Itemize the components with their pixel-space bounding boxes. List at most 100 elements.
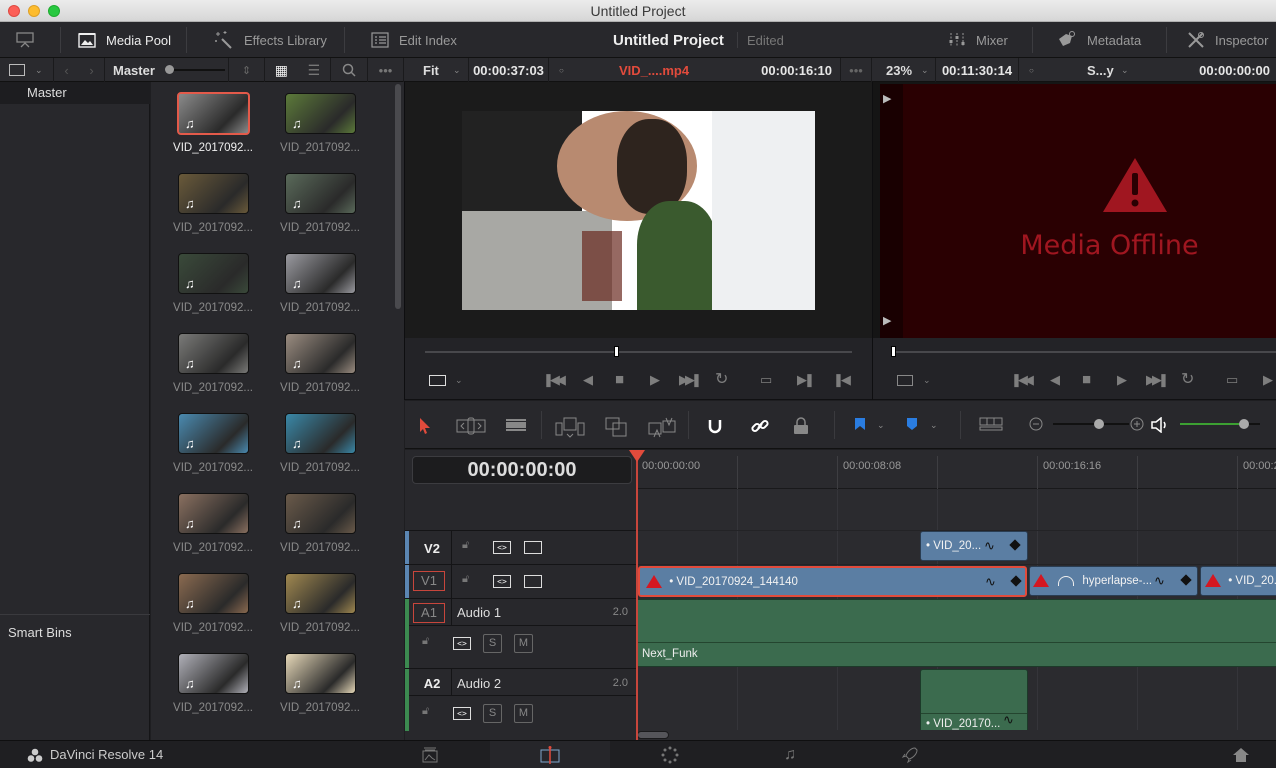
jump-to-start-icon[interactable]: ❚◀◀ [543,372,566,388]
forward-arrow-icon[interactable]: › [89,63,93,78]
solo-button[interactable]: S [483,704,502,723]
stop-icon[interactable]: ■ [615,372,624,388]
smart-bins-header[interactable]: Smart Bins [0,614,150,640]
play-icon[interactable]: ▶ [1117,372,1127,388]
timeline-zoom-dropdown[interactable]: 23% ⌄ [873,58,936,82]
slider-handle[interactable] [165,65,174,74]
zoom-out-icon[interactable] [1029,417,1043,431]
pool-options-button[interactable]: ••• [368,58,404,82]
step-back-icon[interactable]: ◀ [583,372,593,388]
keyframe-icon[interactable] [1180,574,1192,586]
track-enable-icon[interactable] [524,541,542,554]
curve-icon[interactable]: ∿ [984,532,995,560]
home-button[interactable] [1226,741,1256,768]
fairlight-page-tab[interactable]: ♫ [770,741,810,768]
media-pool-clip[interactable]: ♫ VID_2017092... [151,642,261,722]
media-pool-clip[interactable]: ♫ VID_2017092... [258,242,368,322]
step-back-icon[interactable]: ◀ [1050,372,1060,388]
timeline-clip-v2[interactable]: • VID_20... ∿ [920,531,1028,561]
match-frame-icon[interactable]: ▭ [760,372,772,388]
source-options-button[interactable]: ••• [841,58,872,82]
playhead-handle[interactable] [629,450,645,462]
chevron-down-icon[interactable]: ⌄ [877,417,885,433]
overwrite-clip-icon[interactable] [605,417,627,437]
linked-selection-icon[interactable] [751,417,769,435]
go-to-end-icon[interactable]: ▶ [883,314,894,327]
timeline-view-options-icon[interactable] [979,417,1003,431]
position-lock-icon[interactable] [793,417,809,435]
track-enable-icon[interactable] [524,575,542,588]
media-pool-clip[interactable]: ♫ VID_2017092... [151,82,261,162]
source-clip-view-button[interactable] [429,375,446,386]
curve-icon[interactable]: ∿ [1003,712,1014,728]
snapping-magnet-icon[interactable] [707,417,723,435]
toggle-ui-button[interactable] [15,22,35,58]
timeline-tracks-area[interactable]: 00:00:00:00 00:00:08:08 00:00:16:16 00:0… [637,450,1276,740]
source-scrub-bar[interactable] [425,351,852,353]
mark-in-icon[interactable]: ▶❚ [797,372,815,388]
track-id[interactable]: A2 [409,676,455,691]
media-pool-clip[interactable]: ♫ VID_2017092... [258,82,368,162]
metadata-tab[interactable]: Metadata [1057,22,1141,58]
jump-to-start-icon[interactable]: ❚◀◀ [1011,372,1034,388]
insert-clip-icon[interactable] [555,417,585,439]
track-id[interactable]: A1 [413,603,445,623]
mute-button[interactable]: M [514,704,533,723]
media-pool-tab[interactable]: Media Pool [78,22,171,58]
curve-icon[interactable]: ∿ [985,568,996,595]
zoom-in-icon[interactable] [1130,417,1144,431]
media-pool-scrollbar[interactable] [395,84,401,309]
timeline-zoom-slider[interactable] [1053,419,1129,429]
match-frame-icon[interactable]: ▭ [1226,372,1238,388]
back-arrow-icon[interactable]: ‹ [64,63,68,78]
timeline-clip-a1[interactable]: Next_Funk [637,599,1276,667]
media-pool-clip[interactable]: ♫ VID_2017092... [151,242,261,322]
media-pool-clip[interactable]: ♫ VID_2017092... [151,322,261,402]
bin-list-toggle[interactable]: ⌄ [0,58,54,82]
keyframe-icon[interactable] [1010,575,1022,587]
mark-out-icon[interactable]: ❚◀ [833,372,851,388]
zoom-slider-handle[interactable] [1093,419,1104,429]
media-pool-clip[interactable]: ♫ VID_2017092... [151,482,261,562]
jump-to-end-icon[interactable]: ▶▶❚ [679,372,702,388]
track-id[interactable]: V1 [413,571,445,591]
inspector-tab[interactable]: Inspector [1187,22,1268,58]
go-to-end-icon[interactable]: ▶ [883,92,894,105]
timeline-clip-v1-selected[interactable]: • VID_20170924_144140 ∿ [638,566,1027,597]
chevron-down-icon[interactable]: ⌄ [923,372,931,388]
media-pool-clip[interactable]: ♫ VID_2017092... [258,402,368,482]
blade-tool-icon[interactable] [505,417,527,433]
curve-icon[interactable]: ∿ [1154,567,1165,595]
media-pool-clip[interactable]: ♫ VID_2017092... [258,322,368,402]
lock-icon[interactable]: 🔓︎ [422,635,429,648]
timeline-ruler[interactable]: 00:00:00:00 00:00:08:08 00:00:16:16 00:0… [637,450,1276,489]
loop-icon[interactable]: ↻ [715,372,728,388]
mark-in-icon[interactable]: ▶ [1263,372,1273,388]
media-pool-clip[interactable]: ♫ VID_2017092... [258,642,368,722]
selection-tool-icon[interactable] [418,417,432,435]
media-pool-clip[interactable]: ♫ VID_2017092... [151,402,261,482]
mixer-tab[interactable]: Mixer [948,22,1008,58]
timeline-scrub-bar[interactable] [893,351,1276,353]
timeline-playhead[interactable] [636,452,638,740]
media-pool-clip[interactable]: ♫ VID_2017092... [151,562,261,642]
effects-library-tab[interactable]: Effects Library [214,22,327,58]
volume-slider[interactable] [1180,419,1260,429]
safe-area-button[interactable] [897,375,913,386]
timeline-viewer-playhead[interactable] [891,346,896,357]
speaker-icon[interactable] [1151,417,1169,433]
timeline-clip-v1-hyperlapse[interactable]: hyperlapse-... ∿ [1029,566,1198,596]
keyframe-icon[interactable] [1009,539,1021,551]
play-icon[interactable]: ▶ [650,372,660,388]
media-pool-clip[interactable]: ♫ VID_2017092... [258,482,368,562]
auto-select-icon[interactable]: <> [493,541,511,554]
mute-button[interactable]: M [514,634,533,653]
timeline-clip-v1-third[interactable]: • VID_20... [1200,566,1276,596]
timeline-selector[interactable]: ○ S...y ⌄ 00:00:00:00 [1019,58,1276,82]
thumbnail-size-slider[interactable] [165,65,225,74]
auto-select-icon[interactable]: <> [453,707,471,720]
solo-button[interactable]: S [483,634,502,653]
chevron-down-icon[interactable]: ⌄ [455,372,463,388]
thumbnail-view-icon[interactable]: ▦ [275,62,288,79]
media-page-tab[interactable] [410,741,450,768]
